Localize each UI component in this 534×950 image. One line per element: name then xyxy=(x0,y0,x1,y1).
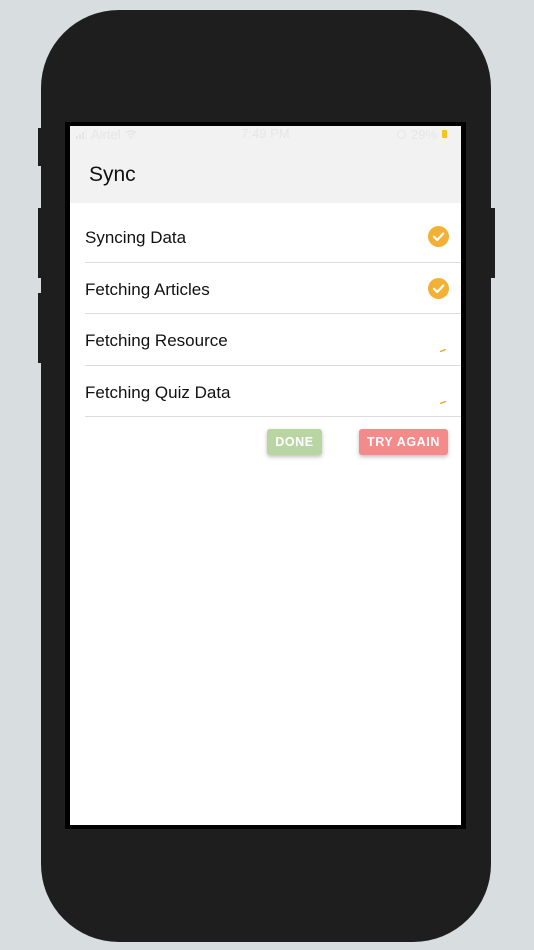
check-circle-icon xyxy=(428,277,449,299)
navigation-bar: Sync xyxy=(70,142,461,203)
phone-side-button-mute xyxy=(38,128,44,166)
check-circle-icon xyxy=(428,226,449,247)
done-button[interactable]: DONE xyxy=(267,429,322,455)
sync-item-label: Fetching Quiz Data xyxy=(85,382,231,402)
action-bar: DONE TRY AGAIN xyxy=(70,429,461,459)
sync-item-label: Fetching Articles xyxy=(85,279,210,299)
status-right: 29% xyxy=(396,126,447,142)
sync-item-fetching-articles: Fetching Articles xyxy=(85,263,461,314)
sync-item-syncing-data: Syncing Data xyxy=(85,211,461,263)
alarm-icon xyxy=(396,129,406,139)
status-bar: Airtel 7:49 PM 29% xyxy=(70,126,461,142)
try-again-button[interactable]: TRY AGAIN xyxy=(359,429,448,455)
battery-icon xyxy=(442,130,447,138)
sync-item-fetching-resource: Fetching Resource xyxy=(85,314,461,366)
sync-list: Syncing Data Fetching Articles Fetching … xyxy=(85,211,461,417)
phone-side-button-volume-up xyxy=(38,208,44,278)
spinner-icon xyxy=(440,400,446,404)
phone-side-button-power xyxy=(489,208,495,278)
phone-side-button-volume-down xyxy=(38,293,44,363)
app-screen: Airtel 7:49 PM 29% Sync Syncing Data Fet… xyxy=(70,126,461,825)
sync-item-fetching-quiz-data: Fetching Quiz Data xyxy=(85,366,461,417)
sync-item-label: Syncing Data xyxy=(85,228,187,247)
page-title: Sync xyxy=(89,163,136,186)
sync-item-label: Fetching Resource xyxy=(85,331,228,350)
battery-percent: 29% xyxy=(410,126,437,142)
spinner-icon xyxy=(440,349,446,352)
